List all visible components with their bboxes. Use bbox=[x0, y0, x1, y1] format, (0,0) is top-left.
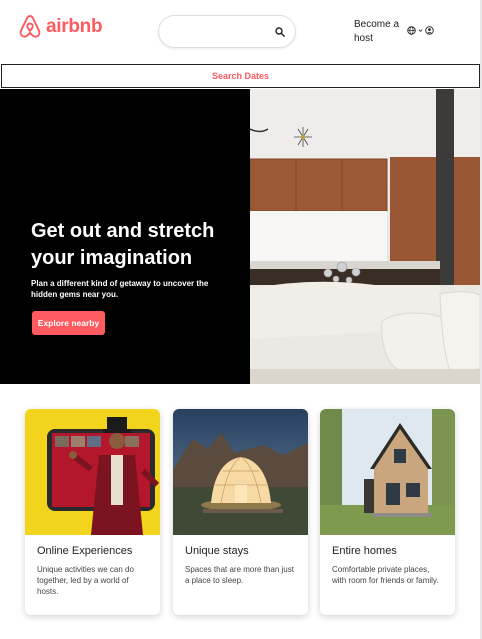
card-title: Entire homes bbox=[332, 545, 397, 557]
card-online-experiences[interactable]: Online Experiences Unique activities we … bbox=[25, 409, 160, 615]
logo-wordmark: airbnb bbox=[46, 16, 103, 37]
entire-homes-image bbox=[320, 409, 455, 535]
user-circle-icon[interactable] bbox=[425, 26, 434, 35]
card-title: Online Experiences bbox=[37, 545, 133, 557]
card-description: Spaces that are more than just a place t… bbox=[185, 565, 294, 585]
card-entire-homes[interactable]: Entire homes Comfortable private places,… bbox=[320, 409, 455, 615]
airbnb-belo-icon bbox=[19, 15, 41, 38]
become-a-host-link[interactable]: Become a host bbox=[354, 18, 406, 46]
hero-subtitle: Plan a different kind of getaway to unco… bbox=[31, 279, 209, 299]
online-experiences-image bbox=[25, 409, 160, 535]
top-navigation: airbnb Become a host bbox=[0, 0, 482, 64]
card-description: Comfortable private places, with room fo… bbox=[332, 565, 439, 585]
hero-banner: Get out and stretch your imagination Pla… bbox=[0, 89, 480, 384]
card-title: Unique stays bbox=[185, 545, 249, 557]
explore-nearby-button[interactable]: Explore nearby bbox=[32, 311, 105, 335]
globe-icon[interactable] bbox=[407, 26, 416, 35]
user-menu[interactable] bbox=[407, 26, 434, 35]
unique-stays-image bbox=[173, 409, 308, 535]
chevron-down-icon[interactable] bbox=[418, 28, 423, 33]
search-dates-button[interactable]: Search Dates bbox=[1, 64, 480, 88]
search-dates-label: Search Dates bbox=[211, 71, 270, 81]
card-description: Unique activities we can do together, le… bbox=[37, 565, 134, 596]
airbnb-logo[interactable]: airbnb bbox=[18, 14, 103, 40]
card-unique-stays[interactable]: Unique stays Spaces that are more than j… bbox=[173, 409, 308, 615]
search-icon[interactable] bbox=[275, 27, 285, 37]
search-input[interactable] bbox=[158, 15, 296, 48]
hero-living-room-image bbox=[250, 89, 480, 384]
hero-title: Get out and stretch your imagination bbox=[31, 220, 215, 269]
